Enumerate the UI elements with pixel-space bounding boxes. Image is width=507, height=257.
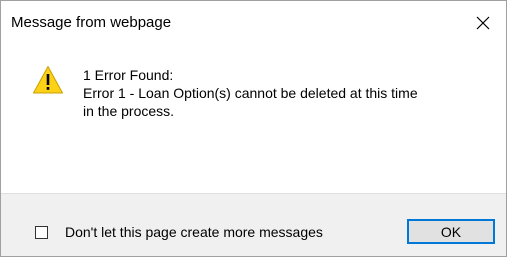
message-text: 1 Error Found: Error 1 - Loan Option(s) … bbox=[83, 66, 493, 120]
dialog-title: Message from webpage bbox=[11, 14, 172, 31]
message-dialog: Message from webpage 1 Error Found: Erro… bbox=[0, 0, 507, 257]
warning-icon bbox=[32, 65, 64, 95]
message-line: in the process. bbox=[83, 103, 175, 119]
close-button[interactable] bbox=[460, 1, 506, 45]
message-line: Error 1 - Loan Option(s) cannot be delet… bbox=[83, 85, 418, 101]
ok-button-label: OK bbox=[440, 223, 462, 240]
suppress-messages-label[interactable]: Don't let this page create more messages bbox=[65, 223, 323, 241]
close-icon bbox=[476, 16, 490, 30]
ok-button[interactable]: OK bbox=[407, 219, 495, 244]
suppress-messages-checkbox[interactable] bbox=[35, 226, 48, 239]
dialog-footer: Don't let this page create more messages… bbox=[1, 193, 506, 256]
title-bar: Message from webpage bbox=[1, 1, 506, 45]
message-line: 1 Error Found: bbox=[83, 67, 174, 83]
dialog-content: 1 Error Found: Error 1 - Loan Option(s) … bbox=[1, 45, 506, 193]
